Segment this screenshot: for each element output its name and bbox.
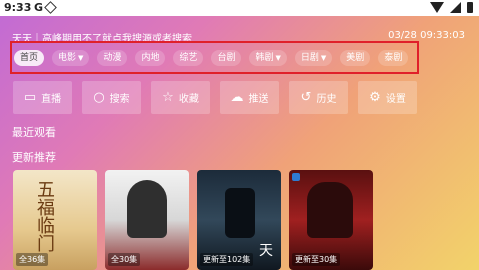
poster-row: 五福临门 全36集 全30集 天 更新至102集 更新至30集 xyxy=(13,170,373,270)
poster-title-art: 五福临门 xyxy=(34,180,55,252)
gear-icon: ⚙ xyxy=(369,90,381,105)
status-time: 9:33 xyxy=(4,1,32,14)
tab-us-drama[interactable]: 美剧 xyxy=(340,50,371,66)
history-button[interactable]: ↺ 历史 xyxy=(289,81,348,114)
tab-taiwan-drama[interactable]: 台剧 xyxy=(211,50,242,66)
favorites-button[interactable]: ☆ 收藏 xyxy=(151,81,210,114)
poster-card[interactable]: 五福临门 全36集 xyxy=(13,170,97,270)
push-button[interactable]: ☁ 推送 xyxy=(220,81,279,114)
poster-title-art: 天 xyxy=(259,243,273,259)
battery-icon xyxy=(467,2,473,13)
poster-figure xyxy=(307,182,353,238)
settings-button[interactable]: ⚙ 设置 xyxy=(358,81,417,114)
section-title-recommended: 更新推荐 xyxy=(12,151,56,164)
poster-card[interactable]: 天 更新至102集 xyxy=(197,170,281,270)
search-button[interactable]: ○ 搜索 xyxy=(82,81,141,114)
chevron-down-icon: ▼ xyxy=(320,54,327,62)
clock: 03/28 09:33:03 xyxy=(388,30,465,41)
history-icon: ↺ xyxy=(300,90,312,105)
tab-japanese-drama[interactable]: 日剧 ▼ xyxy=(294,50,333,66)
poster-card[interactable]: 更新至30集 xyxy=(289,170,373,270)
category-tabs: 首页 电影 ▼ 动漫 内地 综艺 台剧 韩剧 ▼ 日剧 ▼ 美剧 泰剧 xyxy=(14,50,409,66)
tab-anime[interactable]: 动漫 xyxy=(97,50,128,66)
status-bar: 9:33 G xyxy=(0,0,479,16)
episode-badge: 更新至30集 xyxy=(292,253,341,266)
episode-badge: 全30集 xyxy=(108,253,141,266)
chevron-down-icon: ▼ xyxy=(78,54,84,62)
poster-figure xyxy=(127,180,167,238)
search-icon: ○ xyxy=(93,90,105,105)
cube-icon xyxy=(44,1,57,14)
quick-actions: ▭ 直播 ○ 搜索 ☆ 收藏 ☁ 推送 ↺ 历史 ⚙ 设置 xyxy=(13,81,417,114)
poster-figure xyxy=(225,188,255,238)
poster-card[interactable]: 全30集 xyxy=(105,170,189,270)
tab-home[interactable]: 首页 xyxy=(14,50,45,66)
tv-icon: ▭ xyxy=(23,90,37,105)
signal-icon xyxy=(450,2,461,13)
tab-thai-drama[interactable]: 泰剧 xyxy=(378,50,409,66)
poster-logo xyxy=(292,173,300,181)
tab-movie[interactable]: 电影 ▼ xyxy=(52,50,90,66)
star-icon: ☆ xyxy=(162,90,174,105)
tab-variety[interactable]: 综艺 xyxy=(173,50,204,66)
google-icon: G xyxy=(34,1,44,14)
episode-badge: 更新至102集 xyxy=(200,253,254,266)
episode-badge: 全36集 xyxy=(16,253,49,266)
section-title-recent: 最近观看 xyxy=(12,126,56,139)
live-button[interactable]: ▭ 直播 xyxy=(13,81,72,114)
wifi-icon xyxy=(430,2,444,13)
tab-korean-drama[interactable]: 韩剧 ▼ xyxy=(249,50,287,66)
cloud-upload-icon: ☁ xyxy=(230,90,244,105)
chevron-down-icon: ▼ xyxy=(275,54,281,62)
tab-mainland[interactable]: 内地 xyxy=(135,50,166,66)
